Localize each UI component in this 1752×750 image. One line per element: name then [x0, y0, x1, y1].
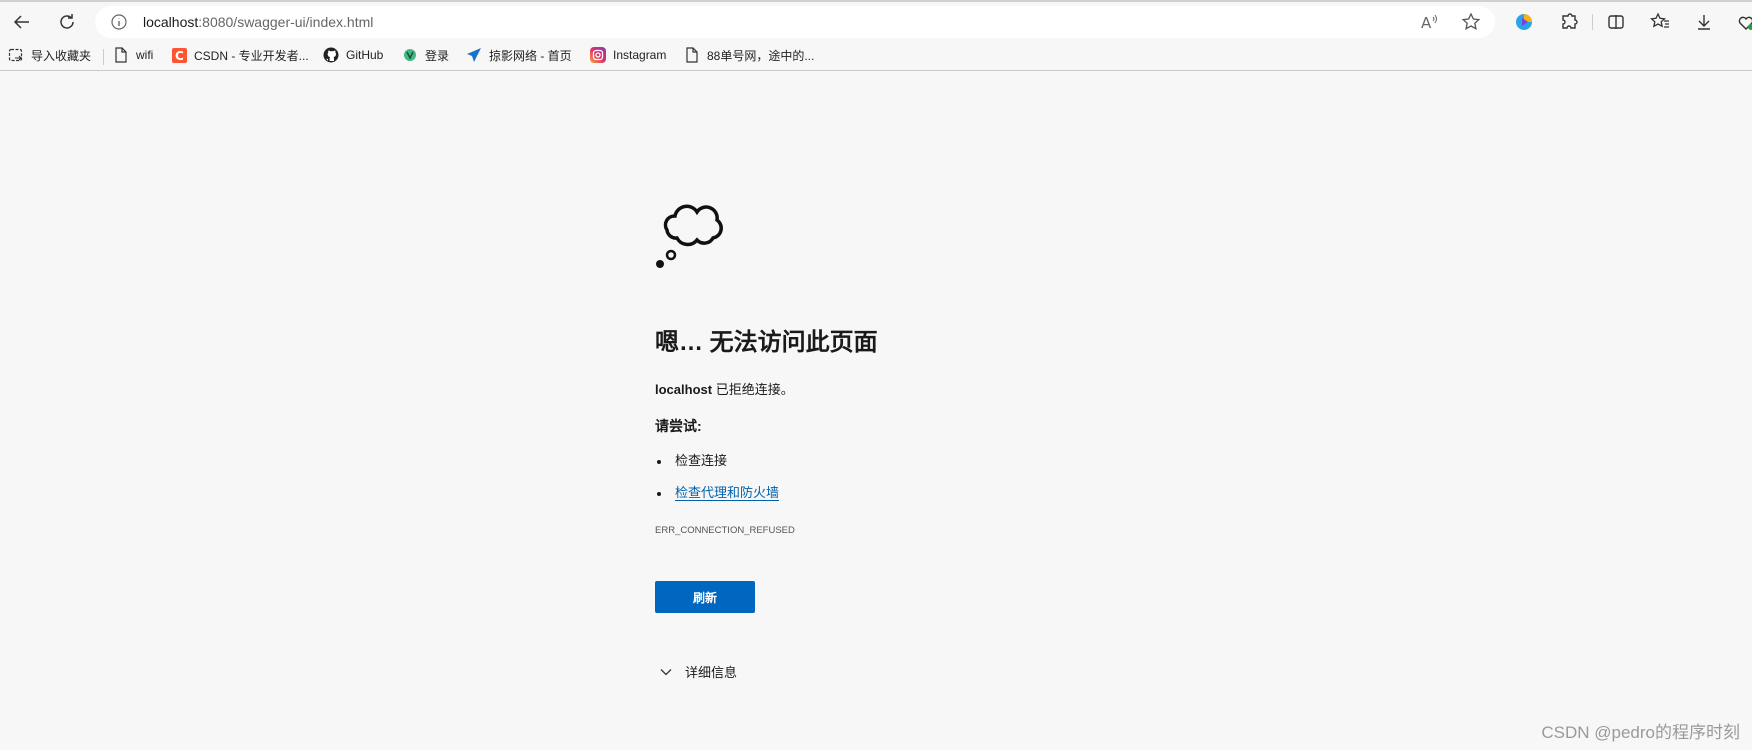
bookmark-login[interactable]: 登录	[402, 46, 449, 64]
bookmarks-divider	[103, 49, 104, 65]
instagram-icon	[590, 47, 606, 63]
address-bar[interactable]: localhost:8080/swagger-ui/index.html A	[95, 6, 1495, 38]
bookmark-88danhao[interactable]: 88单号网，途中的...	[684, 46, 814, 64]
bookmark-label: GitHub	[346, 48, 384, 62]
site-info-icon[interactable]	[109, 12, 129, 32]
bookmark-lueying[interactable]: 掠影网络 - 首页	[466, 46, 572, 64]
error-code: ERR_CONNECTION_REFUSED	[655, 525, 795, 536]
copilot-icon[interactable]	[1510, 8, 1538, 36]
page-icon	[113, 47, 129, 63]
suggestion-item: 检查代理和防火墙	[655, 482, 780, 501]
bookmark-wifi[interactable]: wifi	[113, 46, 153, 64]
github-icon	[323, 47, 339, 63]
downloads-icon[interactable]	[1690, 8, 1718, 36]
watermark: CSDN @pedro的程序时刻	[1541, 723, 1740, 742]
svg-text:C: C	[175, 49, 184, 63]
bookmark-label: wifi	[136, 48, 154, 62]
error-message: 已拒绝连接。	[712, 382, 794, 397]
try-heading: 请尝试:	[655, 418, 702, 434]
details-label: 详细信息	[685, 665, 738, 680]
bookmark-label: Instagram	[613, 48, 667, 62]
thought-cloud-icon	[656, 204, 723, 268]
split-screen-icon[interactable]	[1602, 8, 1630, 36]
suggestion-text: 检查连接	[675, 453, 728, 468]
url-host: localhost	[143, 14, 199, 30]
bullet	[657, 491, 661, 496]
error-description: localhost 已拒绝连接。	[655, 379, 794, 398]
check-proxy-firewall-link[interactable]: 检查代理和防火墙	[675, 485, 780, 501]
page-icon	[684, 47, 700, 63]
browser-essentials-icon[interactable]	[1732, 8, 1752, 36]
bullet	[657, 459, 661, 464]
bookmark-import[interactable]: 导入收藏夹	[8, 46, 91, 64]
bookmarks-bar: 导入收藏夹 wifi C CSDN - 专业开发者... GitHub 登录 掠…	[0, 40, 1752, 71]
page-title: 嗯… 无法访问此页面	[655, 329, 878, 356]
vue-icon	[402, 47, 418, 63]
details-toggle[interactable]: 详细信息	[659, 662, 737, 681]
bookmark-label: 导入收藏夹	[31, 48, 92, 63]
bookmark-csdn[interactable]: C CSDN - 专业开发者...	[171, 46, 309, 64]
error-host: localhost	[655, 382, 713, 397]
bookmark-label: 掠影网络 - 首页	[489, 48, 572, 63]
paper-plane-icon	[466, 47, 482, 63]
bookmark-label: CSDN - 专业开发者...	[194, 48, 309, 63]
browser-toolbar: localhost:8080/swagger-ui/index.html A	[0, 0, 1752, 40]
refresh-icon[interactable]	[53, 8, 81, 36]
refresh-button[interactable]: 刷新	[655, 581, 755, 613]
svg-text:A: A	[1421, 14, 1432, 32]
url-path: :8080/swagger-ui/index.html	[198, 14, 374, 30]
bookmark-instagram[interactable]: Instagram	[590, 46, 666, 64]
read-aloud-icon[interactable]: A	[1418, 11, 1440, 33]
back-icon[interactable]	[8, 8, 36, 36]
toolbar-divider	[1592, 14, 1593, 30]
bookmark-github[interactable]: GitHub	[323, 46, 383, 64]
favorites-icon[interactable]	[1646, 8, 1674, 36]
import-icon	[8, 47, 24, 63]
url-text[interactable]: localhost:8080/swagger-ui/index.html	[143, 14, 373, 30]
chevron-down-icon	[660, 668, 672, 675]
bookmark-label: 登录	[425, 48, 450, 63]
bookmark-label: 88单号网，途中的...	[707, 48, 815, 63]
favorite-star-icon[interactable]	[1460, 11, 1482, 33]
csdn-icon: C	[171, 47, 187, 63]
suggestion-item: 检查连接	[655, 450, 727, 469]
extensions-icon[interactable]	[1555, 8, 1583, 36]
